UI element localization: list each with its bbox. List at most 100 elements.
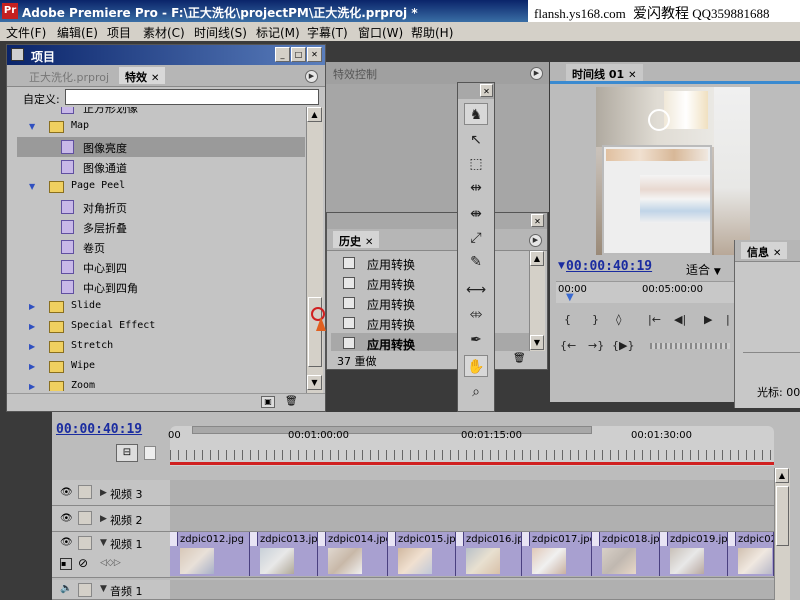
next-marker-icon[interactable]: →} xyxy=(588,339,604,352)
tab-timeline-01[interactable]: 时间线 01 ✕ xyxy=(566,64,643,81)
tree-folder[interactable]: ▶ Slide xyxy=(17,297,305,317)
tree-folder[interactable]: ▼ Page Peel xyxy=(17,177,305,197)
timeline-clip[interactable]: zdpic018.jpg xyxy=(592,532,660,576)
minimize-button[interactable]: _ xyxy=(275,47,290,62)
lock-toggle[interactable] xyxy=(78,511,92,525)
rate-stretch-icon[interactable]: ⤢ xyxy=(464,227,488,249)
panel-menu-icon[interactable]: ▶ xyxy=(529,234,542,247)
track-select-icon[interactable]: ♞ xyxy=(464,103,488,125)
tree-folder[interactable]: ▶ Zoom xyxy=(17,377,305,391)
timeline-clip[interactable]: zdpic012.jpg xyxy=(170,532,250,576)
ripple-edit-icon[interactable]: ⇹ xyxy=(464,177,488,199)
collapse-arrow-icon[interactable]: ▼ xyxy=(29,122,35,131)
hand-icon[interactable]: ✋ xyxy=(464,355,488,377)
scroll-down-icon[interactable]: ▼ xyxy=(307,375,322,390)
tab-info[interactable]: 信息 ✕ xyxy=(741,242,788,259)
history-item[interactable]: 应用转换 xyxy=(331,253,531,273)
expand-arrow-icon[interactable]: ▶ xyxy=(100,488,107,498)
tree-effect[interactable]: 图像亮度 xyxy=(17,137,305,157)
history-item[interactable]: 应用转换 xyxy=(331,293,531,313)
tree-effect[interactable]: 中心到四 xyxy=(17,257,305,277)
eye-icon[interactable]: 👁 xyxy=(60,514,74,524)
eye-icon[interactable]: 👁 xyxy=(60,538,74,548)
close-icon[interactable]: ✕ xyxy=(151,73,159,84)
tree-effect[interactable]: 图像通道 xyxy=(17,157,305,177)
close-icon[interactable]: ✕ xyxy=(628,70,636,81)
close-window-button[interactable]: ✕ xyxy=(307,47,322,62)
step-forward-icon[interactable]: | xyxy=(726,313,730,326)
track-header-video-3[interactable]: 👁 ▶ 视频 3 xyxy=(52,480,170,506)
expand-arrow-icon[interactable]: ▶ xyxy=(29,362,35,371)
close-window-button[interactable]: ✕ xyxy=(531,214,544,227)
collapse-arrow-icon[interactable]: ▼ xyxy=(100,538,107,548)
menu-help[interactable]: 帮助(H) xyxy=(411,24,453,41)
range-select-icon[interactable]: ⬚ xyxy=(464,153,488,175)
monitor-playhead-icon[interactable]: ▼ xyxy=(566,292,574,303)
timeline-timecode[interactable]: 00:00:40:19 xyxy=(56,422,142,437)
track-lane-video-2[interactable] xyxy=(170,506,774,532)
timeline-scrollbar[interactable]: ▲ xyxy=(774,468,790,600)
monitor-ruler[interactable]: 00:00 00:05:00:00 ▼ xyxy=(556,281,736,303)
step-back-icon[interactable]: ◀| xyxy=(674,313,686,326)
lock-toggle[interactable] xyxy=(78,485,92,499)
timeline-clip[interactable]: zdpic019.jpg xyxy=(660,532,728,576)
tab-history[interactable]: 历史 ✕ xyxy=(333,231,380,248)
menu-window[interactable]: 窗口(W) xyxy=(358,24,403,41)
keyframe-nav-icon[interactable]: ◁◇▷ xyxy=(100,558,121,568)
track-lane-video-1[interactable]: zdpic012.jpg zdpic013.jpg zdpic014.jpg zdpi… xyxy=(170,532,774,578)
set-marker-button[interactable] xyxy=(144,446,156,460)
track-header-video-1[interactable]: 👁 ▼ 视频 1 ▪ ⊘ ◁◇▷ xyxy=(52,532,170,578)
prev-marker-icon[interactable]: {← xyxy=(560,339,576,352)
scroll-thumb[interactable] xyxy=(776,486,789,546)
shuttle-slider[interactable] xyxy=(650,343,730,349)
lock-toggle[interactable] xyxy=(78,583,92,597)
menu-clip[interactable]: 素材(C) xyxy=(143,24,185,41)
menu-timeline[interactable]: 时间线(S) xyxy=(194,24,247,41)
timeline-clip[interactable]: zdpic016.jpg xyxy=(456,532,522,576)
selection-icon[interactable]: ↖ xyxy=(464,129,488,151)
new-bin-icon[interactable]: ▣ xyxy=(261,396,275,408)
eye-icon[interactable]: 👁 xyxy=(60,488,74,498)
menu-project[interactable]: 项目 xyxy=(107,24,131,41)
slide-icon[interactable]: ⤄ xyxy=(464,303,488,325)
play-icon[interactable]: ▶ xyxy=(704,313,712,326)
scroll-down-icon[interactable]: ▼ xyxy=(530,335,544,350)
tree-folder[interactable]: ▶ Stretch xyxy=(17,337,305,357)
timeline-ruler[interactable]: 00 00:01:00:00 00:01:15:00 00:01:30:00 xyxy=(168,426,774,466)
expand-arrow-icon[interactable]: ▶ xyxy=(29,342,35,351)
timeline-clip[interactable]: zdpic017.jpg xyxy=(522,532,592,576)
work-area-bar[interactable] xyxy=(192,426,592,434)
expand-arrow-icon[interactable]: ▶ xyxy=(100,514,107,524)
set-marker-icon[interactable]: ◊ xyxy=(616,313,621,326)
close-icon[interactable]: ✕ xyxy=(365,237,373,248)
history-item[interactable]: 应用转换 xyxy=(331,273,531,293)
timeline-clip[interactable]: zdpic020 xyxy=(728,532,774,576)
tab-project-file[interactable]: 正大洗化.prproj xyxy=(23,67,115,84)
tree-folder[interactable]: ▶ Special Effect xyxy=(17,317,305,337)
goto-in-icon[interactable]: |← xyxy=(648,313,661,326)
menu-marker[interactable]: 标记(M) xyxy=(256,24,300,41)
tab-effects[interactable]: 特效 ✕ xyxy=(119,67,166,84)
maximize-button[interactable]: □ xyxy=(291,47,306,62)
expand-arrow-icon[interactable]: ▶ xyxy=(29,382,35,391)
track-header-audio-1[interactable]: 🔈 ▼ 音频 1 xyxy=(52,580,170,600)
tab-effect-controls[interactable]: 特效控制 xyxy=(327,64,383,81)
set-out-icon[interactable]: } xyxy=(592,313,599,326)
close-window-button[interactable]: ✕ xyxy=(480,84,493,97)
scroll-up-icon[interactable]: ▲ xyxy=(530,251,544,266)
tree-effect[interactable]: 正方形划像 xyxy=(17,107,305,117)
close-icon[interactable]: ✕ xyxy=(773,248,781,259)
tree-effect[interactable]: 对角折页 xyxy=(17,197,305,217)
track-header-video-2[interactable]: 👁 ▶ 视频 2 xyxy=(52,506,170,532)
set-in-icon[interactable]: { xyxy=(564,313,571,326)
tree-effect[interactable]: 卷页 xyxy=(17,237,305,257)
program-timecode[interactable]: 00:00:40:19 xyxy=(566,259,652,274)
pen-icon[interactable]: ✒ xyxy=(464,329,488,351)
scroll-up-icon[interactable]: ▲ xyxy=(307,107,322,122)
effects-scrollbar[interactable]: ▲ ▼ xyxy=(306,107,323,393)
tree-folder[interactable]: ▼ Map xyxy=(17,117,305,137)
speaker-icon[interactable]: 🔈 xyxy=(60,584,74,594)
panel-menu-icon[interactable]: ▶ xyxy=(305,70,318,83)
menu-edit[interactable]: 编辑(E) xyxy=(57,24,98,41)
scroll-up-icon[interactable]: ▲ xyxy=(775,468,789,483)
